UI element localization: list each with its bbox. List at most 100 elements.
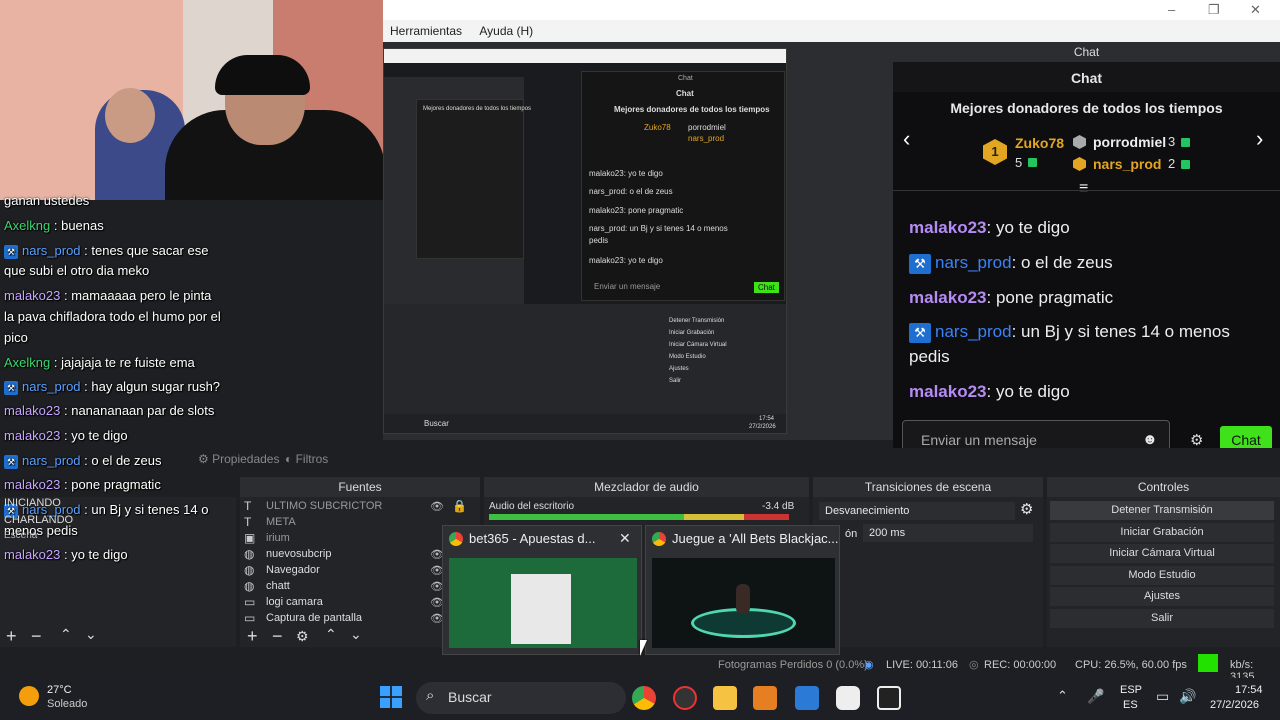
blackjack-window-thumbnail[interactable]: Juegue a 'All Bets Blackjac... xyxy=(645,525,840,655)
title-bar: – ❐ ✕ xyxy=(383,0,1280,20)
chat-message: malako23: pone pragmatic xyxy=(909,288,1114,307)
menu-bar: Herramientas Ayuda (H) xyxy=(383,20,1280,42)
weather-temp[interactable]: 27°C xyxy=(47,684,72,696)
obs-icon[interactable] xyxy=(673,686,697,710)
move-down-icon[interactable]: ⌄ xyxy=(350,626,362,643)
add-source-icon[interactable]: + xyxy=(247,626,258,647)
studio-mode-button[interactable]: Modo Estudio xyxy=(1050,566,1274,585)
settings-gear-icon[interactable]: ⚙ xyxy=(1190,431,1203,449)
overlay-line: malako23 : pone pragmatic xyxy=(4,477,161,492)
notepad-icon[interactable] xyxy=(795,686,819,710)
source-item[interactable]: Navegador xyxy=(266,564,320,576)
text-icon: T xyxy=(244,515,252,529)
start-recording-button[interactable]: Iniciar Grabación xyxy=(1050,523,1274,542)
lock-icon[interactable]: 🔒 xyxy=(452,499,467,513)
volume-meter xyxy=(489,514,789,520)
filter-icon[interactable]: ≡ xyxy=(1079,180,1088,198)
overlay-line: malako23 : mamaaaaa pero le pinta xyxy=(4,288,212,303)
overlay-line: malako23 : yo te digo xyxy=(4,547,128,562)
sun-icon[interactable] xyxy=(19,686,39,706)
source-item[interactable]: chatt xyxy=(266,580,290,592)
cpu-usage: CPU: 26.5%, 60.00 fps xyxy=(1075,659,1187,671)
source-settings-icon[interactable]: ⚙ xyxy=(296,628,309,645)
overlay-line: la pava chifladora todo el humo por el xyxy=(4,309,221,324)
folder-icon[interactable] xyxy=(713,686,737,710)
properties-button[interactable]: ⚙ Propiedades xyxy=(198,452,279,466)
remove-scene-icon[interactable]: − xyxy=(31,626,42,647)
search-icon: ⌕ xyxy=(426,687,435,704)
globe-icon: ◍ xyxy=(244,579,255,593)
globe-icon: ◍ xyxy=(244,563,255,577)
settings-button[interactable]: Ajustes xyxy=(1050,587,1274,606)
fl-studio-icon[interactable] xyxy=(753,686,777,710)
source-item[interactable]: META xyxy=(266,516,296,528)
virtual-camera-button[interactable]: Iniciar Cámara Virtual xyxy=(1050,544,1274,563)
overlay-line: malako23 : yo te digo xyxy=(4,428,128,443)
taskbar-search[interactable]: Buscar xyxy=(416,682,626,714)
chat-message: ⚒ nars_prod: o el de zeus xyxy=(909,250,1264,275)
network-icon[interactable]: ▭ xyxy=(1156,688,1169,705)
rec-time: REC: 00:00:00 xyxy=(984,659,1057,671)
maximize-button[interactable]: ❐ xyxy=(1208,2,1220,18)
prev-arrow-icon[interactable]: ‹ xyxy=(903,126,910,152)
scene-down-icon[interactable]: ⌄ xyxy=(85,626,97,643)
capcut-icon[interactable] xyxy=(877,686,901,710)
source-item[interactable]: nuevosubcrip xyxy=(266,548,331,560)
donor-name: porrodmiel xyxy=(1093,134,1167,150)
chat-message: malako23: yo te digo xyxy=(909,218,1070,237)
close-thumb-icon[interactable]: ✕ xyxy=(619,530,631,547)
lang-code[interactable]: ESP xyxy=(1120,684,1142,696)
donor-name: nars_prod xyxy=(1093,156,1162,172)
menu-ayuda[interactable]: Ayuda (H) xyxy=(479,24,533,38)
live-time: LIVE: 00:11:06 xyxy=(886,659,958,671)
close-window-button[interactable]: ✕ xyxy=(1250,2,1261,18)
dropped-frames: Fotogramas Perdidos 0 (0.0%) xyxy=(718,659,868,671)
lang-region[interactable]: ES xyxy=(1123,699,1138,711)
gift-icon xyxy=(1181,160,1190,169)
move-up-icon[interactable]: ⌃ xyxy=(325,626,337,643)
exit-button[interactable]: Salir xyxy=(1050,609,1274,628)
next-arrow-icon[interactable]: › xyxy=(1256,126,1263,152)
stop-stream-button[interactable]: Detener Transmisión xyxy=(1050,501,1274,520)
eye-icon[interactable]: 👁 xyxy=(430,500,444,513)
duration-input[interactable]: 200 ms xyxy=(863,524,1033,542)
scene-item[interactable]: INICIANDO xyxy=(4,497,61,509)
duration-label: ón xyxy=(845,528,858,540)
overlay-line: malako23 : nanananaan par de slots xyxy=(4,403,215,418)
transition-select[interactable]: Desvanecimiento xyxy=(819,502,1015,520)
clock-time[interactable]: 17:54 xyxy=(1235,684,1263,696)
transitions-dock-title: Transiciones de escena xyxy=(813,477,1043,497)
weather-desc[interactable]: Soleado xyxy=(47,698,87,710)
bet365-window-thumbnail[interactable]: bet365 - Apuestas d... ✕ xyxy=(442,525,642,655)
source-item[interactable]: irium xyxy=(266,532,290,544)
source-item[interactable]: logi camara xyxy=(266,596,323,608)
overlay-line: ganan ustedes xyxy=(4,193,90,208)
chrome-icon[interactable] xyxy=(632,686,656,710)
filters-button[interactable]: ◐ Filtros xyxy=(285,452,328,466)
source-item[interactable]: ULTIMO SUBCRICTOR xyxy=(266,500,382,512)
transition-settings-icon[interactable]: ⚙ xyxy=(1020,500,1033,518)
globe-icon: ◍ xyxy=(244,547,255,561)
donor-count: 3 xyxy=(1168,134,1176,149)
volume-icon[interactable]: 🔊 xyxy=(1179,688,1196,705)
rec-icon: ◎ xyxy=(969,659,979,671)
scene-item[interactable]: CHARLANDO xyxy=(4,514,73,526)
remove-source-icon[interactable]: − xyxy=(272,626,283,647)
clock-date[interactable]: 27/2/2026 xyxy=(1210,699,1259,711)
scene-item[interactable]: Escena xyxy=(4,530,37,541)
source-item[interactable]: Captura de pantalla xyxy=(266,612,362,624)
microphone-icon[interactable]: 🎤 xyxy=(1087,688,1104,705)
emoji-icon[interactable]: ☻ xyxy=(1142,431,1158,448)
minimize-button[interactable]: – xyxy=(1168,2,1175,17)
tray-expand-icon[interactable]: ⌃ xyxy=(1057,688,1068,704)
camera-icon: ▭ xyxy=(244,595,256,609)
add-scene-icon[interactable]: + xyxy=(6,626,17,647)
overlay-line: pico xyxy=(4,330,28,345)
scene-up-icon[interactable]: ⌃ xyxy=(60,626,72,643)
mixer-track-name: Audio del escritorio xyxy=(489,501,575,512)
chrome-icon xyxy=(449,532,463,546)
app-icon[interactable] xyxy=(836,686,860,710)
sources-dock-title: Fuentes xyxy=(240,477,480,497)
menu-herramientas[interactable]: Herramientas xyxy=(390,24,462,38)
donor-count: 2 xyxy=(1168,156,1176,171)
